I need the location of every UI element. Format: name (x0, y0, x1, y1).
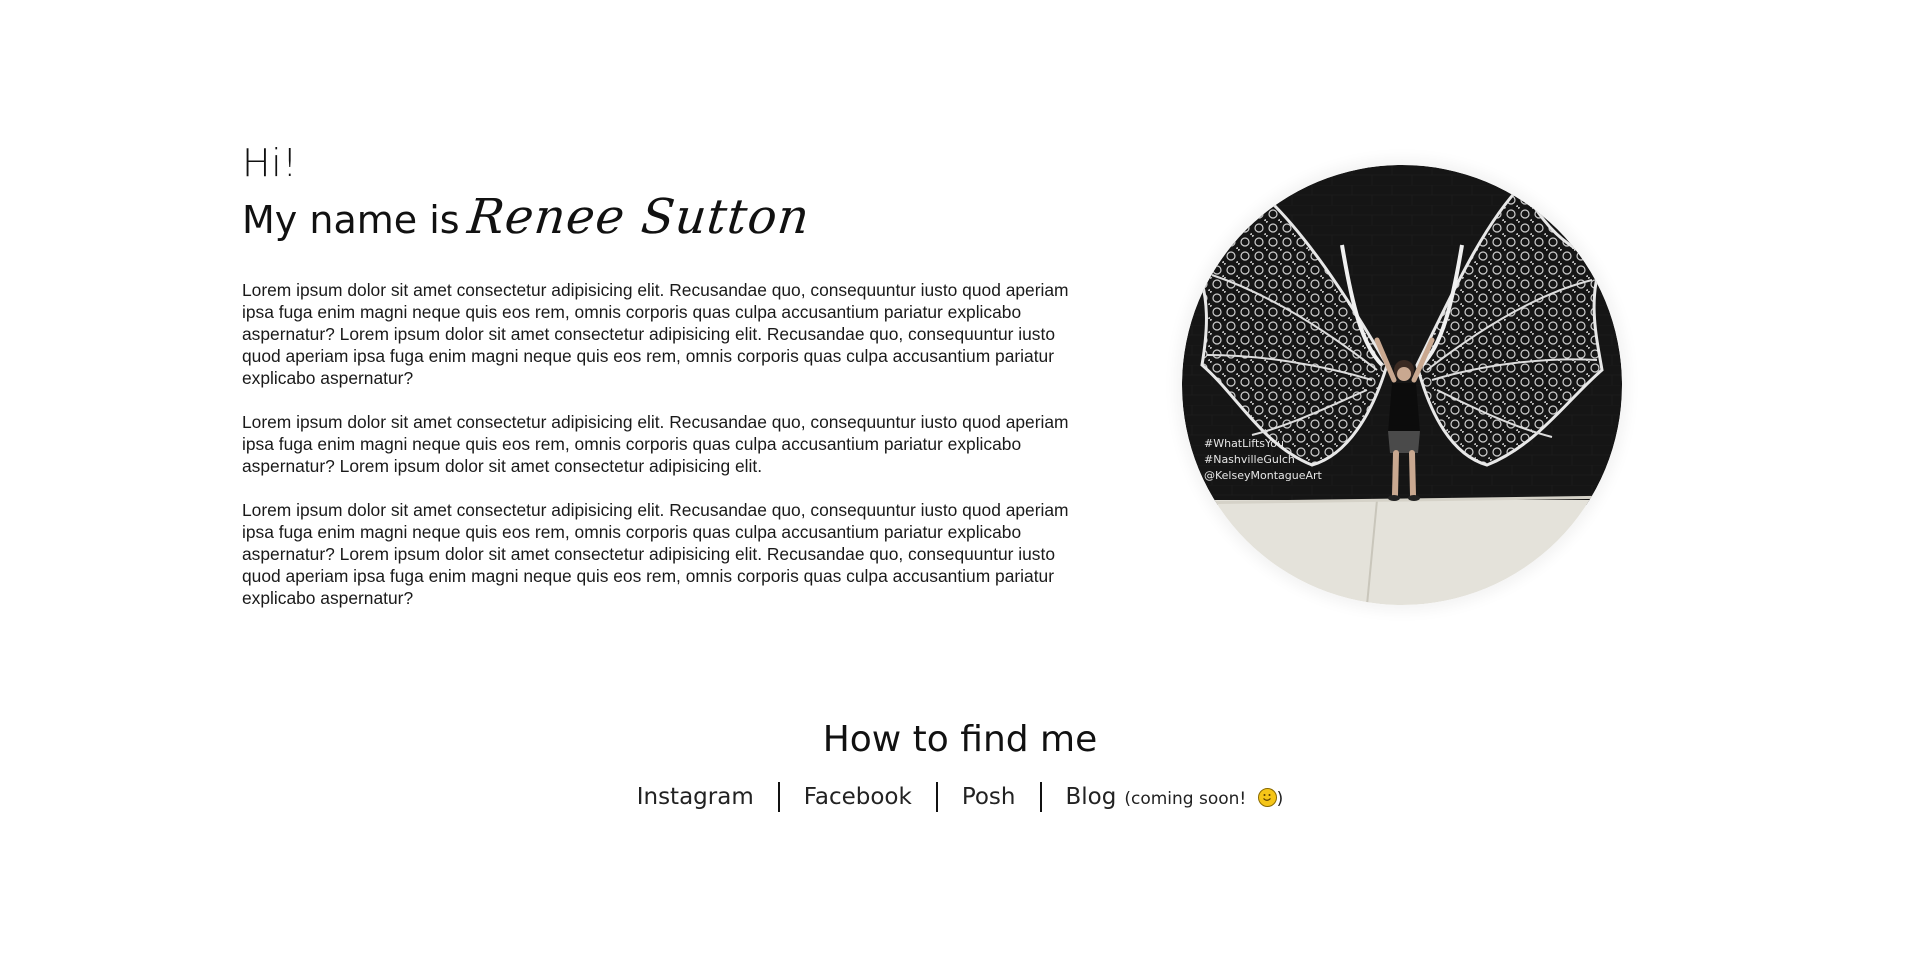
wings-mural-image: #WhatLiftsYou #NashvilleGulch @KelseyMon… (1182, 165, 1622, 605)
blog-link[interactable]: Blog (1066, 784, 1117, 810)
name-prefix: My name is (242, 198, 460, 242)
bio-text: Lorem ipsum dolor sit amet consectetur a… (242, 279, 1102, 609)
coming-soon-close: ) (1276, 789, 1284, 809)
find-me-title: How to find me (822, 719, 1098, 760)
instagram-link[interactable]: Instagram (637, 784, 754, 810)
mural-text: #NashvilleGulch (1204, 453, 1295, 466)
social-links: Instagram Facebook Posh Blog (coming soo… (0, 782, 1920, 812)
find-me-section: How to find me Instagram Facebook Posh B… (0, 718, 1920, 812)
coming-soon-text: (coming soon! (1124, 789, 1247, 809)
name-heading: My name is Renee Sutton (242, 189, 1102, 245)
facebook-link[interactable]: Facebook (804, 784, 912, 810)
link-item: Blog (coming soon! ) (1042, 784, 1308, 810)
smiley-icon (1257, 788, 1277, 807)
bio-paragraph: Lorem ipsum dolor sit amet consectetur a… (242, 280, 1069, 388)
blog-coming-soon-note: (coming soon! ) (1124, 788, 1283, 809)
link-item: Instagram (613, 784, 778, 810)
link-item: Posh (938, 784, 1040, 810)
intro-section: Hi! My name is Renee Sutton Lorem ipsum … (242, 140, 1102, 631)
mural-text: #WhatLiftsYou (1204, 437, 1284, 450)
name-script: Renee Sutton (464, 189, 813, 245)
profile-photo: #WhatLiftsYou #NashvilleGulch @KelseyMon… (1182, 165, 1622, 605)
greeting-heading: Hi! (242, 141, 298, 185)
posh-link[interactable]: Posh (962, 784, 1016, 810)
bio-paragraph: Lorem ipsum dolor sit amet consectetur a… (242, 500, 1069, 608)
bio-paragraph: Lorem ipsum dolor sit amet consectetur a… (242, 412, 1069, 476)
mural-text: @KelseyMontagueArt (1204, 469, 1323, 482)
page: Hi! My name is Renee Sutton Lorem ipsum … (0, 0, 1920, 967)
link-item: Facebook (780, 784, 936, 810)
